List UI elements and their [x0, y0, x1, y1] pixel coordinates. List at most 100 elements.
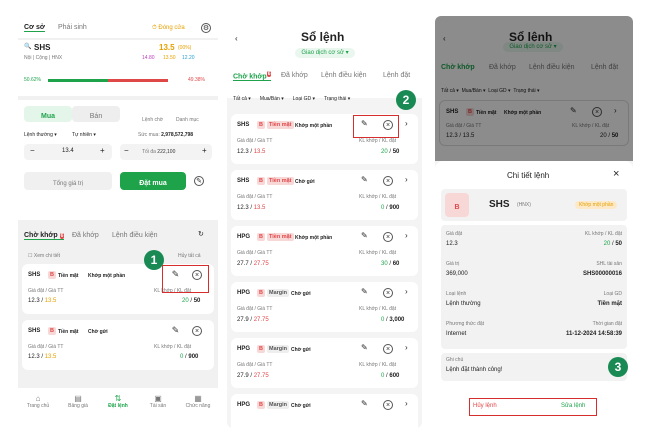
order-card[interactable]: SHS B Tiền mặt Chờ gửi ✎ × › Giá đặt / G…	[231, 170, 418, 220]
cancel-order-icon[interactable]: ×	[383, 344, 393, 354]
nav-order[interactable]: ⇅ Đặt lệnh	[100, 394, 136, 428]
top-tabs: Cơ sở Phái sinh ⏱ Đóng cửa ⚙	[18, 16, 218, 38]
edit-order-icon[interactable]: ✎	[361, 175, 368, 184]
refresh-icon[interactable]: ↻	[198, 230, 204, 238]
order-prices: 12.3 / 13.5	[28, 354, 57, 360]
price-label: Giá đặt / Giá TT	[237, 306, 273, 312]
last-price: 13.5	[159, 43, 175, 52]
exchange-tags: Nội | Cộng | HNX	[24, 55, 63, 61]
edit-icon[interactable]: ✎	[194, 176, 204, 186]
edit-order-icon[interactable]: ✎	[361, 287, 368, 296]
cancel-order-icon[interactable]: ×	[192, 326, 202, 336]
order-qty: 0 / 900	[180, 354, 199, 360]
filter-side[interactable]: Mua/Bán ▾	[260, 96, 284, 102]
cancel-order-icon[interactable]: ×	[383, 232, 393, 242]
price-stepper[interactable]: − 13.4 +	[24, 144, 112, 160]
nav-functions[interactable]: ▦ Chức năng	[180, 394, 216, 428]
chevron-right-icon[interactable]: ›	[405, 287, 408, 296]
cancel-all-link[interactable]: Hủy tất cả	[178, 253, 201, 259]
price-label: Giá đặt / Giá TT	[237, 362, 273, 368]
side-badge: B	[257, 177, 265, 185]
order-status: Khớp một phần	[295, 235, 333, 241]
chevron-right-icon[interactable]: ›	[405, 175, 408, 184]
side-badge: B	[257, 121, 265, 129]
field-label: Loại GD	[603, 291, 622, 297]
edit-order-icon[interactable]: ✎	[361, 343, 368, 352]
order-type-select[interactable]: Lệnh thường ▾	[24, 132, 57, 138]
screen-order-entry: Cơ sở Phái sinh ⏱ Đóng cửa ⚙ 🔍 SHS 13.5 …	[18, 16, 218, 428]
order-card[interactable]: HPG B Tiền mặt Khớp một phần ✎ × › Giá đ…	[231, 226, 418, 276]
place-buy-button[interactable]: Đặt mua	[120, 172, 186, 190]
order-status: Khớp một phần	[295, 123, 333, 129]
order-card[interactable]: SHS B Tiền mặt Chờ gửi ✎ × Giá đặt / Giá…	[22, 320, 214, 370]
buy-side-button[interactable]: Mua	[24, 106, 72, 122]
minus-icon[interactable]: −	[124, 146, 129, 155]
nav-assets[interactable]: ▣ Tài sản	[140, 394, 176, 428]
chevron-right-icon[interactable]: ›	[405, 343, 408, 352]
edit-order-icon[interactable]: ✎	[170, 326, 181, 337]
order-card[interactable]: HPG B Margin Chờ gửi ✎ × › Giá đặt / Giá…	[231, 282, 418, 332]
field-value: 11-12-2024 14:58:39	[565, 331, 622, 337]
order-prices: 12.3 / 13.5	[237, 149, 266, 155]
tab-pending[interactable]: Chờ khớp 6	[24, 232, 65, 240]
detail-symbol: SHS	[489, 199, 510, 210]
chevron-right-icon[interactable]: ›	[405, 399, 408, 408]
order-card[interactable]: HPG B Margin Chờ gửi ✎ × › Giá đặt / Giá…	[231, 338, 418, 388]
side-badge: B	[257, 345, 265, 353]
order-prices: 12.3 / 13.5	[28, 298, 57, 304]
plus-icon[interactable]: +	[202, 146, 207, 155]
tab-pending[interactable]: Chờ khớp6	[233, 71, 272, 82]
search-icon[interactable]: 🔍	[24, 43, 31, 50]
filter-all[interactable]: Tất cả ▾	[233, 96, 251, 102]
field-label: Thời gian đặt	[592, 321, 622, 327]
edit-order-button[interactable]: Sửa lệnh	[561, 403, 585, 409]
minus-icon[interactable]: −	[30, 146, 35, 155]
view-detail-link[interactable]: ☐ Xem chi tiết	[28, 253, 60, 259]
tab-conditional[interactable]: Lệnh điều kiện	[112, 232, 158, 239]
nav-home[interactable]: ⌂ Trang chủ	[20, 394, 56, 428]
tab-matched[interactable]: Đã khớp	[281, 72, 308, 79]
nav-price-board[interactable]: ▤ Bảng giá	[60, 394, 96, 428]
price-label: Giá đặt / Giá TT	[28, 288, 64, 294]
tab-matched[interactable]: Đã khớp	[72, 232, 99, 239]
modal-overlay[interactable]	[435, 16, 633, 161]
plus-icon[interactable]: +	[100, 146, 105, 155]
field-value: Lệnh thường	[446, 301, 481, 307]
price-type-select[interactable]: Tự nhiên ▾	[72, 132, 96, 138]
cancel-order-icon[interactable]: ×	[383, 176, 393, 186]
cancel-order-button[interactable]: Hủy lệnh	[473, 403, 497, 409]
filter-status[interactable]: Trạng thái ▾	[324, 96, 350, 102]
back-icon[interactable]: ‹	[235, 34, 238, 43]
edit-order-icon[interactable]: ✎	[361, 399, 368, 408]
cancel-order-icon[interactable]: ×	[383, 288, 393, 298]
field-value: SHS00000016	[582, 271, 622, 277]
order-symbol: SHS	[28, 328, 41, 334]
market-select[interactable]: Giao dịch cơ sở ▾	[295, 48, 355, 58]
price-label: Giá đặt / Giá TT	[237, 194, 273, 200]
order-book-link[interactable]: Lệnh chờ	[142, 117, 163, 123]
symbol-label[interactable]: SHS	[34, 43, 50, 52]
reference-price: 13.50	[163, 55, 176, 61]
settings-icon[interactable]: ⚙	[201, 23, 211, 33]
grid-icon: ▦	[194, 394, 202, 403]
tab-derivatives[interactable]: Phái sinh	[58, 24, 87, 31]
order-card[interactable]: HPG B Margin Chờ gửi ✎ × ›	[231, 394, 418, 428]
order-prices: 27.9 / 27.75	[237, 317, 269, 323]
quantity-stepper[interactable]: − Tối đa 222,100 +	[120, 144, 212, 160]
filter-type[interactable]: Loại GD ▾	[293, 96, 315, 102]
summary-block: B SHS (HNX) Khớp một phần	[441, 189, 627, 221]
close-icon[interactable]: ×	[613, 168, 619, 180]
cancel-order-icon[interactable]: ×	[383, 400, 393, 410]
chevron-right-icon[interactable]: ›	[405, 231, 408, 240]
sell-side-button[interactable]: Bán	[72, 106, 120, 122]
price-input[interactable]: 13.4	[62, 148, 74, 154]
step-badge-3: 3	[608, 357, 628, 377]
qty-label: KL khớp / KL đặt	[359, 306, 397, 312]
chevron-right-icon[interactable]: ›	[405, 119, 408, 128]
edit-order-icon[interactable]: ✎	[361, 231, 368, 240]
tab-conditional[interactable]: Lệnh điều kiện	[321, 72, 367, 79]
tab-spot[interactable]: Cơ sở	[24, 24, 45, 32]
order-account: Tiền mặt	[58, 329, 79, 335]
watchlist-link[interactable]: Danh mục	[176, 117, 199, 123]
tab-placed[interactable]: Lệnh đặt	[383, 72, 410, 79]
